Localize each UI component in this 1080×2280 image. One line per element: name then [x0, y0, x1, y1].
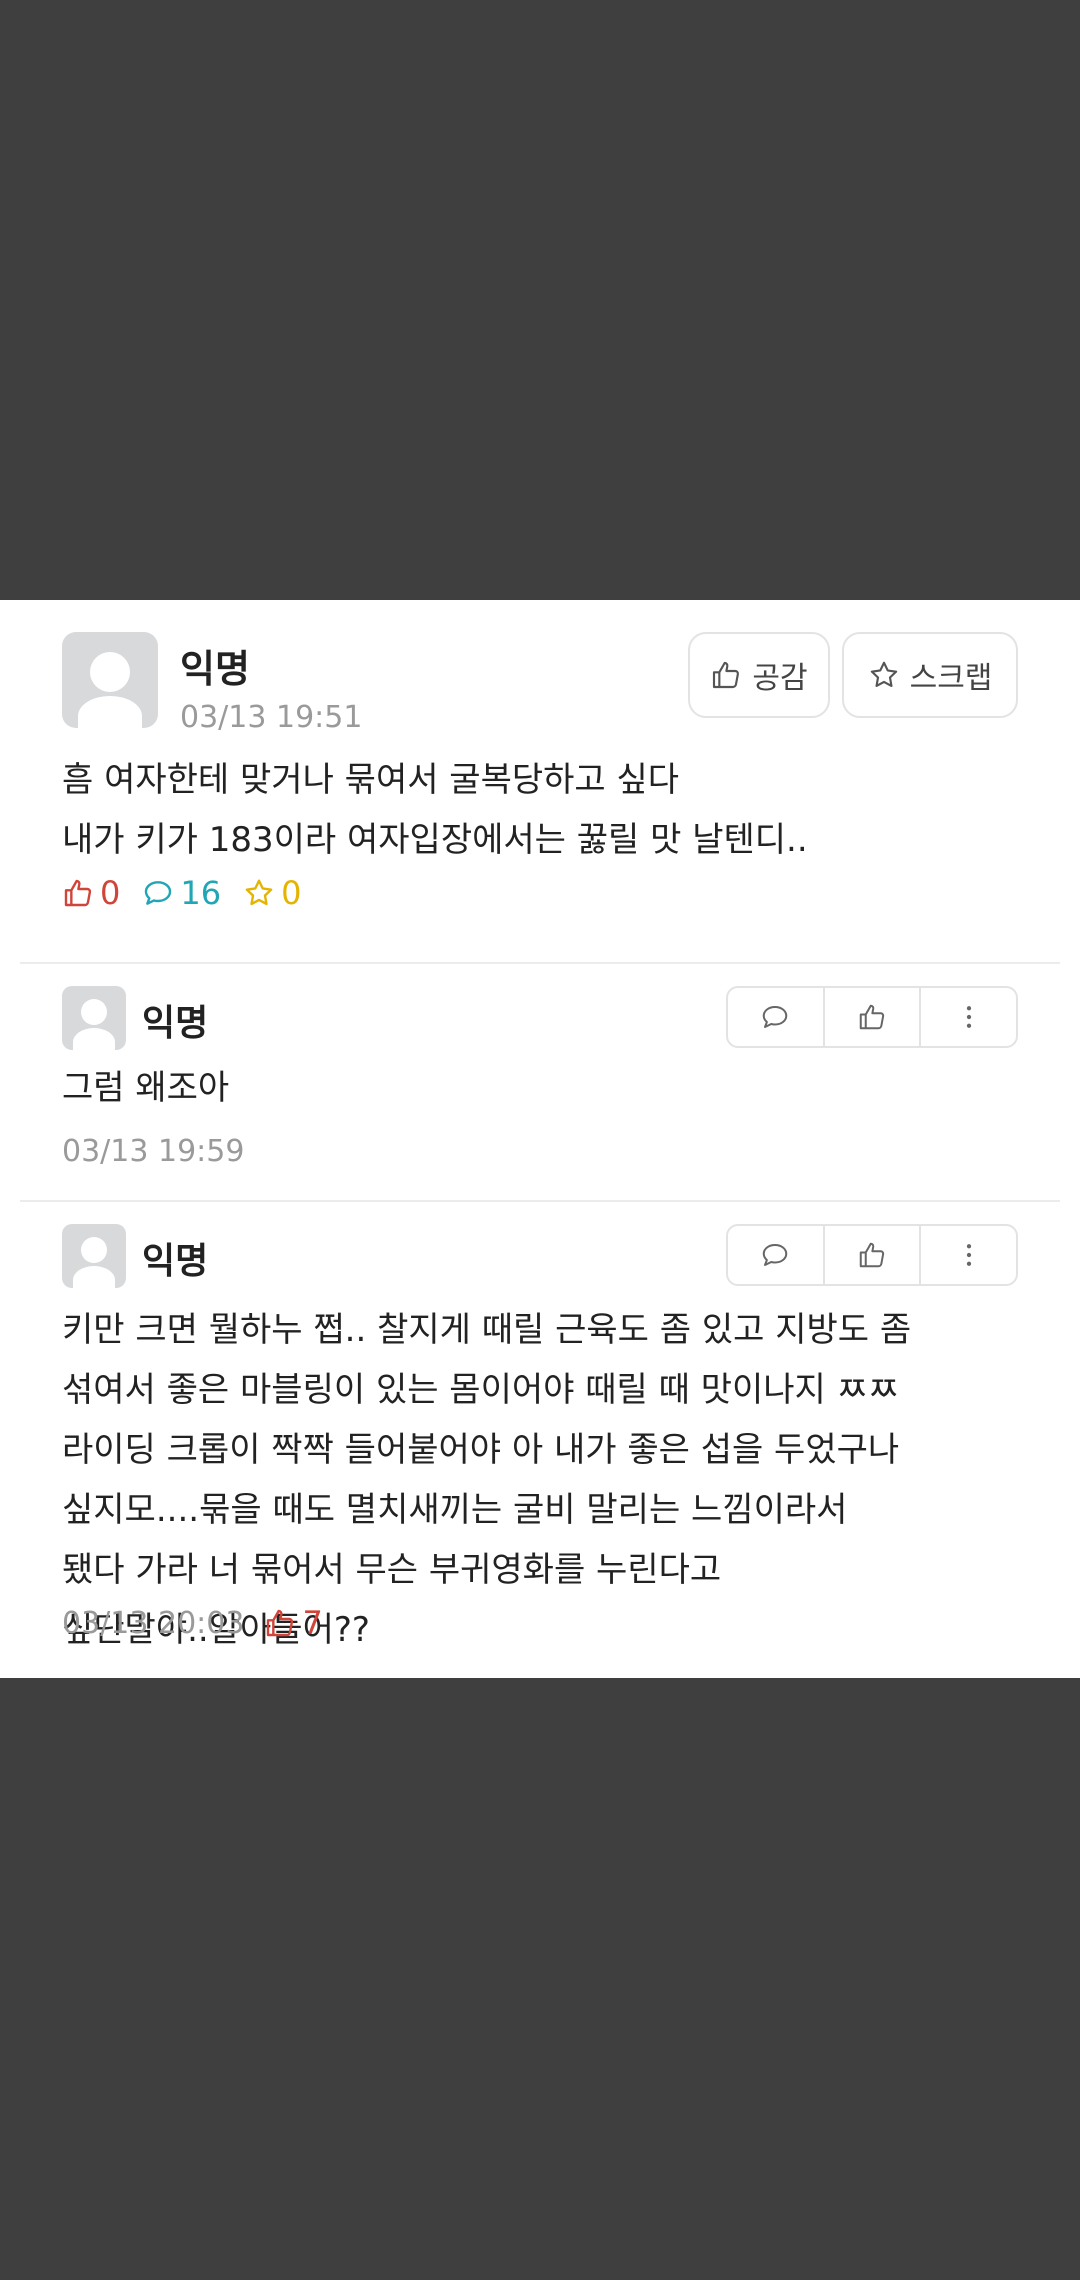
post-body-line: 내가 키가 183이라 여자입장에서는 꿇릴 맛 날텐디..: [62, 820, 808, 860]
thumbs-up-icon: [859, 1242, 885, 1268]
thumbs-up-icon: [859, 1004, 885, 1030]
scrap-button[interactable]: 스크랩: [842, 632, 1018, 718]
comment-author-name: 익명: [142, 1003, 209, 1044]
comment-like-button[interactable]: [825, 1226, 922, 1284]
comment-bubble-icon: [763, 1006, 788, 1028]
post-body: 흠 여자한테 맞거나 묶여서 굴복당하고 싶다 내가 키가 183이라 여자입장…: [62, 750, 1042, 870]
post-author-avatar: [62, 632, 158, 728]
comment-body-line: 라이딩 크롭이 짝짝 들어붙어야 아 내가 좋은 섭을 두었구나: [62, 1430, 900, 1470]
divider: [20, 962, 1060, 964]
thumbs-up-icon: [713, 661, 740, 689]
divider: [20, 1200, 1060, 1202]
comment-timestamp: 03/13 19:59: [62, 1134, 245, 1169]
comment-like-value: 7: [302, 1604, 323, 1642]
comment-author-name: 익명: [142, 1241, 209, 1282]
comment-body-line: 키만 크면 뭘하누 쩝.. 찰지게 때릴 근육도 좀 있고 지방도 좀: [62, 1310, 912, 1350]
post-card: 익명 03/13 19:51 공감 스크랩 흠 여자한테 맞거나 묶여서 굴복당…: [0, 600, 1080, 1678]
comment-body-line: 됐다 가라 너 묶어서 무슨 부귀영화를 누린다고: [62, 1550, 722, 1590]
comment-count-value: 16: [180, 874, 222, 912]
star-icon: [870, 661, 897, 687]
comment-action-group: [726, 986, 1018, 1048]
comment-like-count: 7: [264, 1604, 323, 1642]
empathy-button[interactable]: 공감: [688, 632, 830, 718]
post-timestamp: 03/13 19:51: [180, 700, 363, 735]
star-icon: [245, 879, 273, 906]
post-like-count: 0: [62, 874, 120, 912]
comment-action-group: [726, 1224, 1018, 1286]
comment-timestamp: 03/13 20:03: [62, 1605, 245, 1641]
like-count-value: 0: [100, 874, 121, 912]
comment-body-line: 섞여서 좋은 마블링이 있는 몸이어야 때릴 때 맛이나지 ㅉㅉ: [62, 1370, 900, 1410]
scrap-count-value: 0: [281, 874, 302, 912]
empathy-button-label: 공감: [752, 661, 808, 696]
post-body-line: 흠 여자한테 맞거나 묶여서 굴복당하고 싶다: [62, 760, 680, 800]
comment-bubble-icon: [763, 1244, 788, 1266]
thumbs-up-icon: [267, 1609, 294, 1637]
comment-author-avatar: [62, 1224, 126, 1288]
post-scrap-count: 0: [243, 874, 301, 912]
comment-author-avatar: [62, 986, 126, 1050]
scrap-button-label: 스크랩: [909, 661, 993, 696]
comment-body: 그럼 왜조아: [62, 1058, 229, 1118]
reply-button[interactable]: [728, 1226, 825, 1284]
comment-more-button[interactable]: [921, 1226, 1016, 1284]
more-vertical-icon: [966, 1244, 971, 1266]
reply-button[interactable]: [728, 988, 825, 1046]
comment-more-button[interactable]: [921, 988, 1016, 1046]
comment-like-button[interactable]: [825, 988, 922, 1046]
comment-meta: 03/13 20:03 7: [62, 1604, 323, 1642]
post-stats: 0 16 0: [62, 874, 323, 912]
comment-body-line: 그럼 왜조아: [62, 1068, 230, 1108]
more-vertical-icon: [966, 1006, 971, 1028]
post-comment-count: 16: [142, 874, 221, 912]
post-author-name: 익명: [180, 647, 250, 691]
comment-bubble-icon: [145, 881, 172, 905]
comment-body-line: 싶지모....묶을 때도 멸치새끼는 굴비 말리는 느낌이라서: [62, 1490, 848, 1530]
thumbs-up-icon: [64, 879, 92, 907]
